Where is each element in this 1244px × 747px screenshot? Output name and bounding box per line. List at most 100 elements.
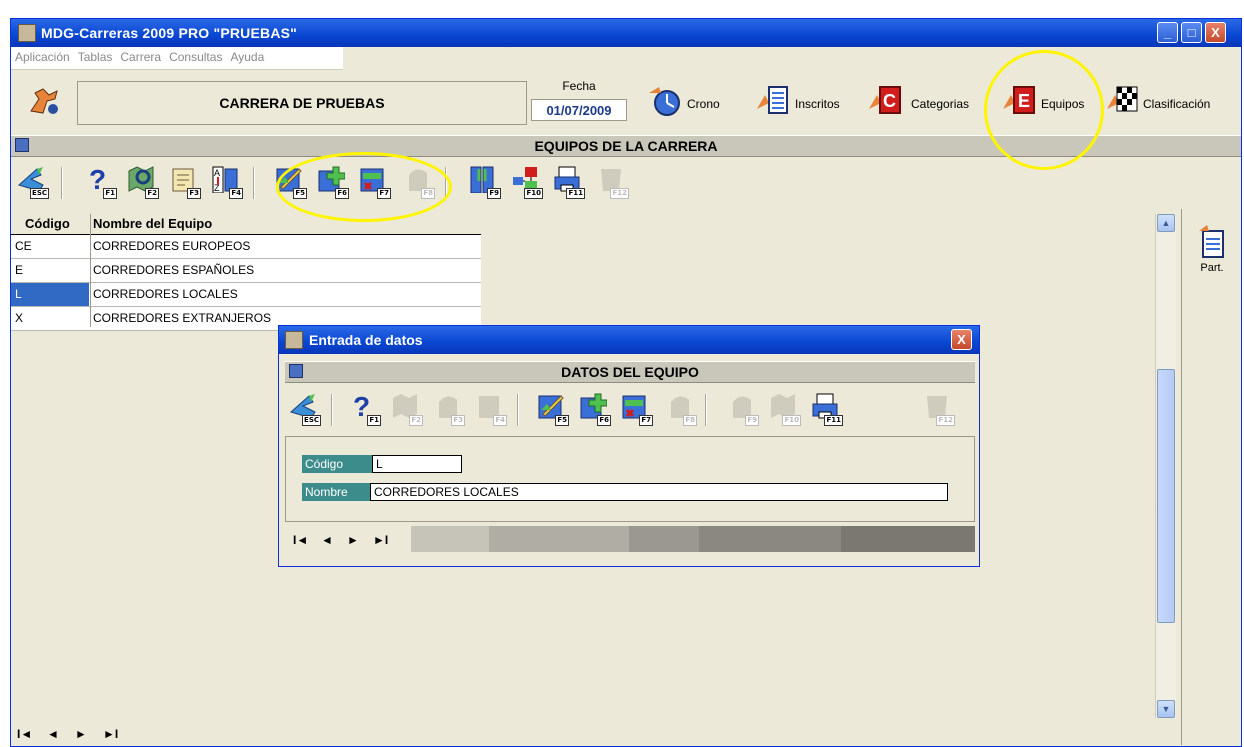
- section-icon: [15, 138, 29, 152]
- dialog-section-bar: DATOS DEL EQUIPO: [285, 361, 975, 383]
- race-name: CARRERA DE PRUEBAS: [77, 81, 527, 125]
- table-row[interactable]: E CORREDORES ESPAÑOLES: [11, 259, 481, 283]
- list-icon: [757, 86, 788, 114]
- data-entry-dialog: Entrada de datos X DATOS DEL EQUIPO ESC …: [278, 325, 980, 567]
- menu-tablas[interactable]: Tablas: [74, 47, 117, 67]
- toolbar-separator: [517, 394, 519, 426]
- categorias-button[interactable]: C Categorias: [867, 77, 987, 125]
- participants-icon: [1199, 225, 1224, 258]
- toolbar-separator: [705, 394, 707, 426]
- window-title: MDG-Carreras 2009 PRO "PRUEBAS": [41, 25, 298, 41]
- scroll-thumb[interactable]: [1157, 369, 1175, 623]
- status-panel: [629, 526, 699, 552]
- dialog-title-bar[interactable]: Entrada de datos X: [279, 326, 979, 354]
- dialog-f1-help-button[interactable]: ? F1: [347, 390, 383, 428]
- record-navigator: I◄ ◄ ► ►I: [11, 719, 1241, 747]
- inscritos-button[interactable]: Inscritos: [755, 77, 851, 125]
- dialog-next-record-button[interactable]: ►: [347, 533, 359, 547]
- f4-sort-button[interactable]: AZ F4: [209, 163, 245, 201]
- first-record-button[interactable]: I◄: [17, 727, 32, 741]
- runner-logo-icon: [30, 88, 58, 114]
- maximize-button[interactable]: □: [1181, 22, 1202, 43]
- dialog-esc-button[interactable]: ESC: [287, 390, 323, 428]
- dialog-section-icon: [289, 364, 303, 378]
- name-field[interactable]: CORREDORES LOCALES: [370, 483, 948, 501]
- dialog-f4-button-disabled[interactable]: F4: [473, 390, 509, 428]
- selected-cell: [11, 283, 89, 306]
- dialog-title: Entrada de datos: [309, 332, 423, 348]
- dialog-form: Código L Nombre CORREDORES LOCALES: [285, 436, 975, 522]
- clasificacion-button[interactable]: Clasificación: [1105, 77, 1235, 125]
- close-button[interactable]: X: [1205, 22, 1226, 43]
- section-title: EQUIPOS DE LA CARRERA: [534, 138, 718, 154]
- menu-bar: Aplicación Tablas Carrera Consultas Ayuda: [11, 47, 343, 70]
- scroll-up-icon[interactable]: ▲: [1157, 214, 1175, 232]
- status-panel: [489, 526, 629, 552]
- table-row[interactable]: CE CORREDORES EUROPEOS: [11, 235, 481, 259]
- menu-aplicacion[interactable]: Aplicación: [11, 47, 74, 67]
- dialog-last-record-button[interactable]: ►I: [373, 533, 388, 547]
- highlight-ring-toolbar: [276, 152, 452, 222]
- dialog-f2-button-disabled[interactable]: F2: [389, 390, 425, 428]
- menu-ayuda[interactable]: Ayuda: [226, 47, 268, 67]
- dialog-f9-button-disabled[interactable]: F9: [725, 390, 761, 428]
- f12-button-disabled[interactable]: F12: [595, 163, 631, 201]
- dialog-f8-button-disabled[interactable]: F8: [663, 390, 699, 428]
- participants-label: Part.: [1200, 262, 1224, 274]
- dialog-f10-button-disabled[interactable]: F10: [767, 390, 803, 428]
- name-label: Nombre: [302, 483, 370, 501]
- status-panel: [411, 526, 489, 552]
- vertical-scrollbar[interactable]: ▲ ▼: [1155, 214, 1176, 718]
- code-label: Código: [302, 455, 372, 473]
- dialog-toolbar: ESC ? F1 F2 F3 F4 F5 F6 F7 F8 F9 F10 F11…: [285, 386, 973, 432]
- status-panel: [699, 526, 841, 552]
- title-bar[interactable]: MDG-Carreras 2009 PRO "PRUEBAS" _ □ X: [11, 19, 1241, 47]
- toolbar-separator: [61, 167, 63, 199]
- next-record-button[interactable]: ►: [75, 727, 87, 741]
- dialog-record-navigator: I◄ ◄ ► ►I: [285, 526, 975, 552]
- column-header-nombre[interactable]: Nombre del Equipo: [93, 216, 212, 231]
- toolbar-separator: [331, 394, 333, 426]
- column-divider: [90, 214, 91, 327]
- f9-button[interactable]: F9: [467, 163, 503, 201]
- f2-button[interactable]: F2: [125, 163, 161, 201]
- dialog-app-icon: [285, 331, 303, 349]
- participants-button[interactable]: Part.: [1190, 225, 1234, 285]
- menu-consultas[interactable]: Consultas: [165, 47, 226, 67]
- column-header-codigo[interactable]: Código: [25, 216, 70, 231]
- dialog-first-record-button[interactable]: I◄: [293, 533, 308, 547]
- c-icon: C: [869, 86, 901, 114]
- date-value: 01/07/2009: [531, 99, 627, 121]
- f1-help-button[interactable]: ? F1: [83, 163, 119, 201]
- scroll-down-icon[interactable]: ▼: [1157, 700, 1175, 718]
- highlight-ring-equipos: [984, 50, 1104, 170]
- dialog-f7-delete-button[interactable]: F7: [619, 390, 655, 428]
- svg-text:C: C: [883, 91, 896, 111]
- f11-print-button[interactable]: F11: [551, 163, 587, 201]
- menu-carrera[interactable]: Carrera: [116, 47, 165, 67]
- status-panel: [841, 526, 975, 552]
- toolbar-separator: [253, 167, 255, 199]
- dialog-close-button[interactable]: X: [951, 329, 972, 350]
- dialog-f5-edit-button[interactable]: F5: [535, 390, 571, 428]
- stopwatch-icon: [649, 87, 680, 116]
- minimize-button[interactable]: _: [1157, 22, 1178, 43]
- checkered-flag-icon: [1107, 86, 1138, 112]
- dialog-section-title: DATOS DEL EQUIPO: [561, 364, 699, 380]
- last-record-button[interactable]: ►I: [103, 727, 118, 741]
- dialog-f12-button-disabled[interactable]: F12: [921, 390, 957, 428]
- dialog-f11-print-button[interactable]: F11: [809, 390, 845, 428]
- svg-text:A: A: [214, 168, 220, 178]
- crono-button[interactable]: Crono: [647, 77, 733, 125]
- f10-button[interactable]: F10: [509, 163, 545, 201]
- table-row-selected[interactable]: L CORREDORES LOCALES: [11, 283, 481, 307]
- dialog-f3-button-disabled[interactable]: F3: [431, 390, 467, 428]
- code-field[interactable]: L: [372, 455, 462, 473]
- esc-button[interactable]: ESC: [15, 163, 51, 201]
- dialog-f6-add-button[interactable]: F6: [577, 390, 613, 428]
- teams-table: Código Nombre del Equipo CE CORREDORES E…: [11, 214, 481, 331]
- right-panel: Part.: [1181, 209, 1242, 745]
- f3-button[interactable]: F3: [167, 163, 203, 201]
- prev-record-button[interactable]: ◄: [47, 727, 59, 741]
- dialog-prev-record-button[interactable]: ◄: [321, 533, 333, 547]
